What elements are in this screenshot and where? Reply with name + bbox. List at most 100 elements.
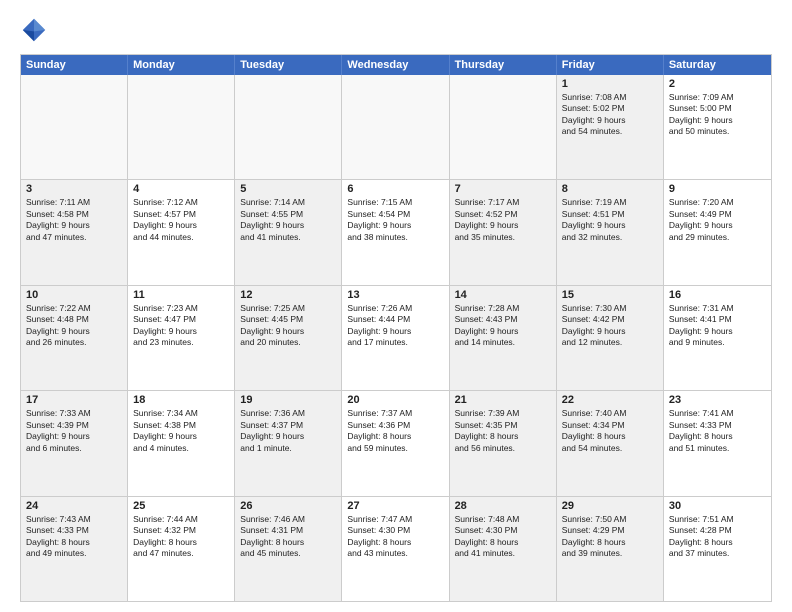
cell-info: Sunrise: 7:43 AM Sunset: 4:33 PM Dayligh… — [26, 514, 122, 560]
calendar-cell-1-2: 5 Sunrise: 7:14 AM Sunset: 4:55 PM Daylig… — [235, 180, 342, 284]
calendar-cell-0-2 — [235, 75, 342, 179]
day-number: 8 — [562, 183, 658, 195]
calendar-cell-1-4: 7 Sunrise: 7:17 AM Sunset: 4:52 PM Daylig… — [450, 180, 557, 284]
header-day-tuesday: Tuesday — [235, 55, 342, 75]
calendar-cell-3-3: 20Sunrise: 7:37 AM Sunset: 4:36 PM Dayli… — [342, 391, 449, 495]
cell-info: Sunrise: 7:30 AM Sunset: 4:42 PM Dayligh… — [562, 303, 658, 349]
day-number: 29 — [562, 500, 658, 512]
cell-info: Sunrise: 7:40 AM Sunset: 4:34 PM Dayligh… — [562, 408, 658, 454]
cell-info: Sunrise: 7:15 AM Sunset: 4:54 PM Dayligh… — [347, 197, 443, 243]
calendar-cell-2-2: 12Sunrise: 7:25 AM Sunset: 4:45 PM Dayli… — [235, 286, 342, 390]
calendar-cell-3-0: 17 Sunrise: 7:33 AM Sunset: 4:39 PM Dayli… — [21, 391, 128, 495]
cell-info: Sunrise: 7:17 AM Sunset: 4:52 PM Dayligh… — [455, 197, 551, 243]
calendar-cell-0-5: 1 Sunrise: 7:08 AM Sunset: 5:02 PM Daylig… — [557, 75, 664, 179]
calendar-cell-3-1: 18Sunrise: 7:34 AM Sunset: 4:38 PM Dayli… — [128, 391, 235, 495]
calendar-row-3: 17 Sunrise: 7:33 AM Sunset: 4:39 PM Dayli… — [21, 390, 771, 495]
cell-info: Sunrise: 7:12 AM Sunset: 4:57 PM Dayligh… — [133, 197, 229, 243]
calendar-cell-0-3 — [342, 75, 449, 179]
day-number: 13 — [347, 289, 443, 301]
day-number: 5 — [240, 183, 336, 195]
calendar-row-0: 1 Sunrise: 7:08 AM Sunset: 5:02 PM Daylig… — [21, 75, 771, 179]
calendar-cell-1-3: 6 Sunrise: 7:15 AM Sunset: 4:54 PM Daylig… — [342, 180, 449, 284]
cell-info: Sunrise: 7:48 AM Sunset: 4:30 PM Dayligh… — [455, 514, 551, 560]
day-number: 28 — [455, 500, 551, 512]
day-number: 1 — [562, 78, 658, 90]
calendar-cell-2-3: 13 Sunrise: 7:26 AM Sunset: 4:44 PM Dayli… — [342, 286, 449, 390]
day-number: 26 — [240, 500, 336, 512]
day-number: 27 — [347, 500, 443, 512]
calendar-cell-2-1: 11 Sunrise: 7:23 AM Sunset: 4:47 PM Dayli… — [128, 286, 235, 390]
day-number: 11 — [133, 289, 229, 301]
cell-info: Sunrise: 7:22 AM Sunset: 4:48 PM Dayligh… — [26, 303, 122, 349]
cell-info: Sunrise: 7:34 AM Sunset: 4:38 PM Dayligh… — [133, 408, 229, 454]
cell-info: Sunrise: 7:46 AM Sunset: 4:31 PM Dayligh… — [240, 514, 336, 560]
cell-info: Sunrise: 7:26 AM Sunset: 4:44 PM Dayligh… — [347, 303, 443, 349]
day-number: 19 — [240, 394, 336, 406]
calendar-row-4: 24 Sunrise: 7:43 AM Sunset: 4:33 PM Dayli… — [21, 496, 771, 601]
cell-info: Sunrise: 7:47 AM Sunset: 4:30 PM Dayligh… — [347, 514, 443, 560]
cell-info: Sunrise: 7:36 AM Sunset: 4:37 PM Dayligh… — [240, 408, 336, 454]
cell-info: Sunrise: 7:28 AM Sunset: 4:43 PM Dayligh… — [455, 303, 551, 349]
day-number: 23 — [669, 394, 766, 406]
cell-info: Sunrise: 7:50 AM Sunset: 4:29 PM Dayligh… — [562, 514, 658, 560]
calendar-cell-0-1 — [128, 75, 235, 179]
cell-info: Sunrise: 7:19 AM Sunset: 4:51 PM Dayligh… — [562, 197, 658, 243]
calendar-header: SundayMondayTuesdayWednesdayThursdayFrid… — [21, 55, 771, 75]
calendar-cell-0-6: 2Sunrise: 7:09 AM Sunset: 5:00 PM Daylig… — [664, 75, 771, 179]
header-day-saturday: Saturday — [664, 55, 771, 75]
header-day-thursday: Thursday — [450, 55, 557, 75]
header-day-wednesday: Wednesday — [342, 55, 449, 75]
calendar-cell-0-4 — [450, 75, 557, 179]
day-number: 24 — [26, 500, 122, 512]
day-number: 9 — [669, 183, 766, 195]
calendar-cell-2-6: 16 Sunrise: 7:31 AM Sunset: 4:41 PM Dayli… — [664, 286, 771, 390]
calendar-cell-1-1: 4 Sunrise: 7:12 AM Sunset: 4:57 PM Daylig… — [128, 180, 235, 284]
day-number: 7 — [455, 183, 551, 195]
calendar-row-2: 10 Sunrise: 7:22 AM Sunset: 4:48 PM Dayli… — [21, 285, 771, 390]
day-number: 16 — [669, 289, 766, 301]
calendar-cell-3-5: 22 Sunrise: 7:40 AM Sunset: 4:34 PM Dayli… — [557, 391, 664, 495]
page: SundayMondayTuesdayWednesdayThursdayFrid… — [0, 0, 792, 612]
cell-info: Sunrise: 7:39 AM Sunset: 4:35 PM Dayligh… — [455, 408, 551, 454]
cell-info: Sunrise: 7:11 AM Sunset: 4:58 PM Dayligh… — [26, 197, 122, 243]
calendar-cell-4-2: 26 Sunrise: 7:46 AM Sunset: 4:31 PM Dayli… — [235, 497, 342, 601]
day-number: 2 — [669, 78, 766, 90]
calendar-cell-2-4: 14Sunrise: 7:28 AM Sunset: 4:43 PM Dayli… — [450, 286, 557, 390]
calendar-cell-2-5: 15 Sunrise: 7:30 AM Sunset: 4:42 PM Dayli… — [557, 286, 664, 390]
day-number: 6 — [347, 183, 443, 195]
cell-info: Sunrise: 7:33 AM Sunset: 4:39 PM Dayligh… — [26, 408, 122, 454]
calendar: SundayMondayTuesdayWednesdayThursdayFrid… — [20, 54, 772, 602]
day-number: 22 — [562, 394, 658, 406]
day-number: 10 — [26, 289, 122, 301]
calendar-cell-2-0: 10 Sunrise: 7:22 AM Sunset: 4:48 PM Dayli… — [21, 286, 128, 390]
calendar-cell-3-4: 21 Sunrise: 7:39 AM Sunset: 4:35 PM Dayli… — [450, 391, 557, 495]
day-number: 21 — [455, 394, 551, 406]
cell-info: Sunrise: 7:14 AM Sunset: 4:55 PM Dayligh… — [240, 197, 336, 243]
day-number: 4 — [133, 183, 229, 195]
logo-icon — [20, 16, 48, 44]
day-number: 15 — [562, 289, 658, 301]
header-day-sunday: Sunday — [21, 55, 128, 75]
header — [20, 16, 772, 44]
calendar-cell-0-0 — [21, 75, 128, 179]
day-number: 25 — [133, 500, 229, 512]
cell-info: Sunrise: 7:51 AM Sunset: 4:28 PM Dayligh… — [669, 514, 766, 560]
day-number: 30 — [669, 500, 766, 512]
calendar-cell-3-2: 19 Sunrise: 7:36 AM Sunset: 4:37 PM Dayli… — [235, 391, 342, 495]
cell-info: Sunrise: 7:23 AM Sunset: 4:47 PM Dayligh… — [133, 303, 229, 349]
calendar-cell-1-6: 9 Sunrise: 7:20 AM Sunset: 4:49 PM Daylig… — [664, 180, 771, 284]
calendar-cell-4-0: 24 Sunrise: 7:43 AM Sunset: 4:33 PM Dayli… — [21, 497, 128, 601]
day-number: 17 — [26, 394, 122, 406]
cell-info: Sunrise: 7:20 AM Sunset: 4:49 PM Dayligh… — [669, 197, 766, 243]
logo — [20, 16, 52, 44]
cell-info: Sunrise: 7:25 AM Sunset: 4:45 PM Dayligh… — [240, 303, 336, 349]
calendar-cell-4-3: 27 Sunrise: 7:47 AM Sunset: 4:30 PM Dayli… — [342, 497, 449, 601]
header-day-monday: Monday — [128, 55, 235, 75]
calendar-row-1: 3Sunrise: 7:11 AM Sunset: 4:58 PM Daylig… — [21, 179, 771, 284]
day-number: 20 — [347, 394, 443, 406]
cell-info: Sunrise: 7:31 AM Sunset: 4:41 PM Dayligh… — [669, 303, 766, 349]
cell-info: Sunrise: 7:08 AM Sunset: 5:02 PM Dayligh… — [562, 92, 658, 138]
cell-info: Sunrise: 7:41 AM Sunset: 4:33 PM Dayligh… — [669, 408, 766, 454]
cell-info: Sunrise: 7:44 AM Sunset: 4:32 PM Dayligh… — [133, 514, 229, 560]
calendar-cell-4-6: 30 Sunrise: 7:51 AM Sunset: 4:28 PM Dayli… — [664, 497, 771, 601]
